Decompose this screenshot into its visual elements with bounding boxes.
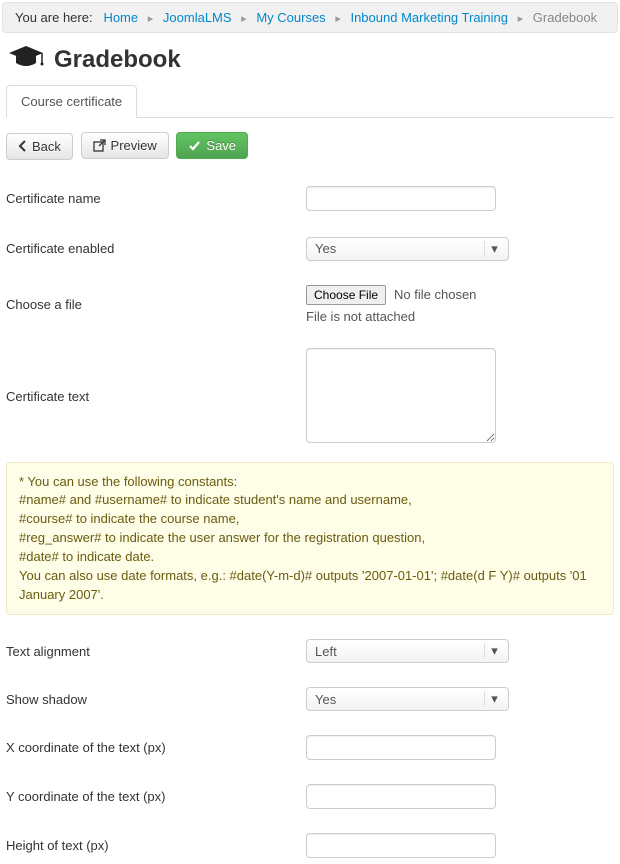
- tabs: Course certificate: [6, 84, 614, 118]
- breadcrumb-link-joomlalms[interactable]: JoomlaLMS: [163, 10, 232, 25]
- save-button[interactable]: Save: [176, 132, 248, 159]
- choose-file-label: Choose a file: [0, 279, 300, 330]
- check-icon: [188, 139, 201, 152]
- help-line: * You can use the following constants:: [19, 473, 601, 492]
- breadcrumb-link-my-courses[interactable]: My Courses: [256, 10, 325, 25]
- chevron-left-icon: [18, 140, 27, 152]
- height-label: Height of text (px): [0, 827, 300, 864]
- text-align-label: Text alignment: [0, 633, 300, 669]
- page-title: Gradebook: [54, 46, 181, 74]
- page-header: Gradebook: [0, 43, 620, 84]
- height-input[interactable]: [306, 833, 496, 858]
- breadcrumb-sep-icon: ▸: [329, 13, 347, 25]
- cert-text-textarea[interactable]: [306, 348, 496, 443]
- breadcrumb-link-home[interactable]: Home: [103, 10, 138, 25]
- cert-enabled-select[interactable]: Yes ▾: [306, 237, 509, 261]
- help-box: * You can use the following constants: #…: [6, 462, 614, 616]
- breadcrumb-sep-icon: ▸: [235, 13, 253, 25]
- cert-name-input[interactable]: [306, 186, 496, 211]
- x-coord-label: X coordinate of the text (px): [0, 729, 300, 766]
- graduation-cap-icon: [6, 43, 46, 76]
- form-table: Certificate name Certificate enabled Yes…: [0, 180, 620, 452]
- chevron-down-icon: ▾: [484, 643, 504, 659]
- show-shadow-label: Show shadow: [0, 681, 300, 717]
- file-status: No file chosen: [394, 287, 476, 302]
- help-line: You can also use date formats, e.g.: #da…: [19, 567, 601, 605]
- file-note: File is not attached: [306, 309, 614, 324]
- help-line: #name# and #username# to indicate studen…: [19, 491, 601, 510]
- breadcrumb-sep-icon: ▸: [512, 13, 530, 25]
- choose-file-button[interactable]: Choose File: [306, 285, 386, 305]
- back-button[interactable]: Back: [6, 133, 73, 160]
- y-coord-label: Y coordinate of the text (px): [0, 778, 300, 815]
- breadcrumb-link-course[interactable]: Inbound Marketing Training: [350, 10, 508, 25]
- preview-button[interactable]: Preview: [81, 132, 169, 159]
- external-link-icon: [93, 139, 106, 152]
- breadcrumb-prefix: You are here:: [15, 10, 93, 25]
- cert-name-label: Certificate name: [0, 180, 300, 217]
- toolbar: Back Preview Save: [0, 118, 620, 166]
- breadcrumb: You are here: Home ▸ JoomlaLMS ▸ My Cour…: [2, 2, 618, 33]
- help-line: #course# to indicate the course name,: [19, 510, 601, 529]
- chevron-down-icon: ▾: [484, 241, 504, 257]
- text-align-value: Left: [315, 644, 337, 659]
- form-table-lower: Text alignment Left ▾ Show shadow Yes ▾ …: [0, 633, 620, 864]
- save-button-label: Save: [206, 138, 236, 153]
- breadcrumb-current: Gradebook: [533, 10, 597, 25]
- cert-enabled-label: Certificate enabled: [0, 231, 300, 267]
- preview-button-label: Preview: [111, 138, 157, 153]
- y-coord-input[interactable]: [306, 784, 496, 809]
- text-align-select[interactable]: Left ▾: [306, 639, 509, 663]
- show-shadow-select[interactable]: Yes ▾: [306, 687, 509, 711]
- x-coord-input[interactable]: [306, 735, 496, 760]
- show-shadow-value: Yes: [315, 692, 336, 707]
- tab-course-certificate[interactable]: Course certificate: [6, 85, 137, 118]
- breadcrumb-sep-icon: ▸: [142, 13, 160, 25]
- back-button-label: Back: [32, 139, 61, 154]
- chevron-down-icon: ▾: [484, 691, 504, 707]
- cert-enabled-value: Yes: [315, 241, 336, 256]
- cert-text-label: Certificate text: [0, 342, 300, 452]
- help-line: #reg_answer# to indicate the user answer…: [19, 529, 601, 548]
- help-line: #date# to indicate date.: [19, 548, 601, 567]
